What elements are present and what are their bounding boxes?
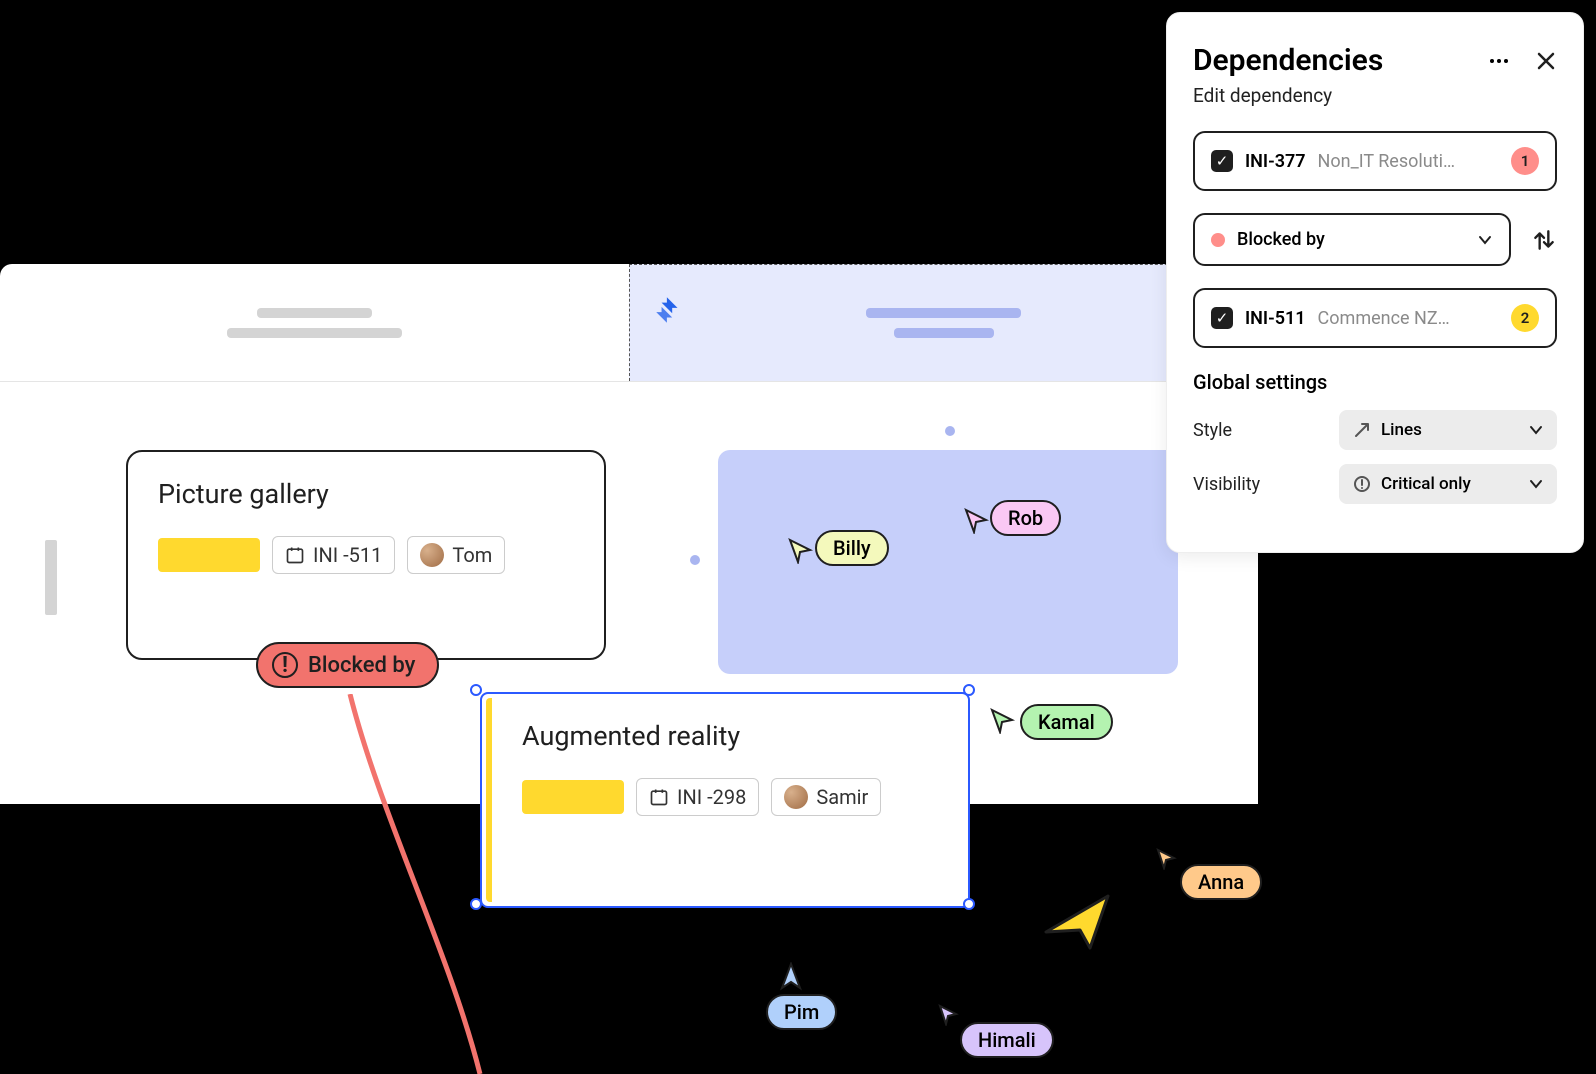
chevron-down-icon <box>1529 423 1543 437</box>
dependency-name: Commence NZ… <box>1318 308 1499 329</box>
drop-zone[interactable] <box>718 450 1178 674</box>
avatar-icon <box>784 785 808 809</box>
blocked-by-badge[interactable]: ! Blocked by <box>256 642 439 688</box>
count-badge: 2 <box>1511 304 1539 332</box>
card-title: Picture gallery <box>158 478 574 510</box>
selection-handle[interactable] <box>963 898 975 910</box>
jira-icon <box>652 293 686 331</box>
style-select[interactable]: Lines <box>1339 410 1557 450</box>
checkbox-icon[interactable]: ✓ <box>1211 307 1233 329</box>
relation-label: Blocked by <box>1237 229 1325 250</box>
collaborator-cursor-anna: Anna <box>1180 864 1262 900</box>
calendar-icon <box>649 787 669 807</box>
cursor-pointer-icon <box>990 708 1016 734</box>
assignee-name: Tom <box>452 543 492 567</box>
ticket-chip[interactable]: INI -298 <box>636 778 759 816</box>
skeleton-line <box>866 308 1021 318</box>
close-icon <box>1535 50 1557 72</box>
selection-handle[interactable] <box>963 684 975 696</box>
collaborator-cursor-billy: Billy <box>815 530 889 566</box>
more-menu-button[interactable] <box>1487 49 1511 73</box>
ticket-id: INI -511 <box>313 543 382 567</box>
style-value: Lines <box>1381 420 1422 440</box>
arrow-icon <box>1353 421 1371 439</box>
dependencies-panel: Dependencies Edit dependency ✓ INI-377 N… <box>1166 12 1584 553</box>
card-accent <box>158 538 260 572</box>
avatar-icon <box>420 543 444 567</box>
anchor-dot <box>945 426 955 436</box>
card-augmented-reality[interactable]: Augmented reality INI -298 Samir <box>480 692 970 908</box>
column-header-right <box>629 264 1258 381</box>
dependency-id: INI-377 <box>1245 151 1306 172</box>
skeleton-line <box>257 308 372 318</box>
yellow-cursor-icon <box>1040 890 1110 950</box>
panel-title: Dependencies <box>1193 43 1383 78</box>
cursor-pointer-icon <box>964 508 990 534</box>
close-button[interactable] <box>1535 50 1557 72</box>
collaborator-cursor-himali: Himali <box>960 1022 1054 1058</box>
assignee-chip[interactable]: Samir <box>771 778 881 816</box>
checkbox-icon[interactable]: ✓ <box>1211 150 1233 172</box>
swap-icon <box>1531 227 1557 253</box>
cursor-pointer-icon <box>788 538 814 564</box>
calendar-icon <box>285 545 305 565</box>
card-color-bar <box>486 698 492 902</box>
relation-select[interactable]: Blocked by <box>1193 213 1511 266</box>
cursor-pointer-icon <box>938 1004 960 1026</box>
dependency-name: Non_IT Resoluti… <box>1318 151 1499 172</box>
assignee-name: Samir <box>816 785 868 809</box>
collaborator-cursor-kamal: Kamal <box>1020 704 1113 740</box>
panel-subtitle: Edit dependency <box>1193 84 1557 107</box>
selection-handle[interactable] <box>470 684 482 696</box>
skeleton-line <box>894 328 994 338</box>
dots-icon <box>1487 49 1511 73</box>
visibility-label: Visibility <box>1193 474 1260 495</box>
alert-circle-icon <box>1353 475 1371 493</box>
dependency-item-1[interactable]: ✓ INI-377 Non_IT Resoluti… 1 <box>1193 131 1557 191</box>
blocked-by-label: Blocked by <box>308 653 415 678</box>
cursor-pointer-icon <box>780 962 802 992</box>
ticket-id: INI -298 <box>677 785 746 809</box>
ticket-chip[interactable]: INI -511 <box>272 536 395 574</box>
global-settings-heading: Global settings <box>1193 370 1557 394</box>
count-badge: 1 <box>1511 147 1539 175</box>
selection-handle[interactable] <box>470 898 482 910</box>
column-header-left <box>0 264 629 381</box>
anchor-dot <box>690 555 700 565</box>
swap-direction-button[interactable] <box>1531 227 1557 253</box>
cursor-pointer-icon <box>1156 848 1178 870</box>
visibility-value: Critical only <box>1381 474 1471 494</box>
assignee-chip[interactable]: Tom <box>407 536 505 574</box>
card-title: Augmented reality <box>522 720 938 752</box>
style-label: Style <box>1193 420 1232 441</box>
card-picture-gallery[interactable]: Picture gallery INI -511 Tom <box>126 450 606 660</box>
alert-icon: ! <box>272 652 298 678</box>
scrollbar-thumb[interactable] <box>45 540 57 615</box>
collaborator-cursor-rob: Rob <box>990 500 1061 536</box>
canvas-header <box>0 264 1258 382</box>
visibility-select[interactable]: Critical only <box>1339 464 1557 504</box>
card-accent <box>522 780 624 814</box>
chevron-down-icon <box>1529 477 1543 491</box>
skeleton-line <box>227 328 402 338</box>
dependency-item-2[interactable]: ✓ INI-511 Commence NZ… 2 <box>1193 288 1557 348</box>
chevron-down-icon <box>1477 232 1493 248</box>
collaborator-cursor-pim: Pim <box>766 994 837 1030</box>
status-dot-icon <box>1211 233 1225 247</box>
dependency-id: INI-511 <box>1245 308 1306 329</box>
